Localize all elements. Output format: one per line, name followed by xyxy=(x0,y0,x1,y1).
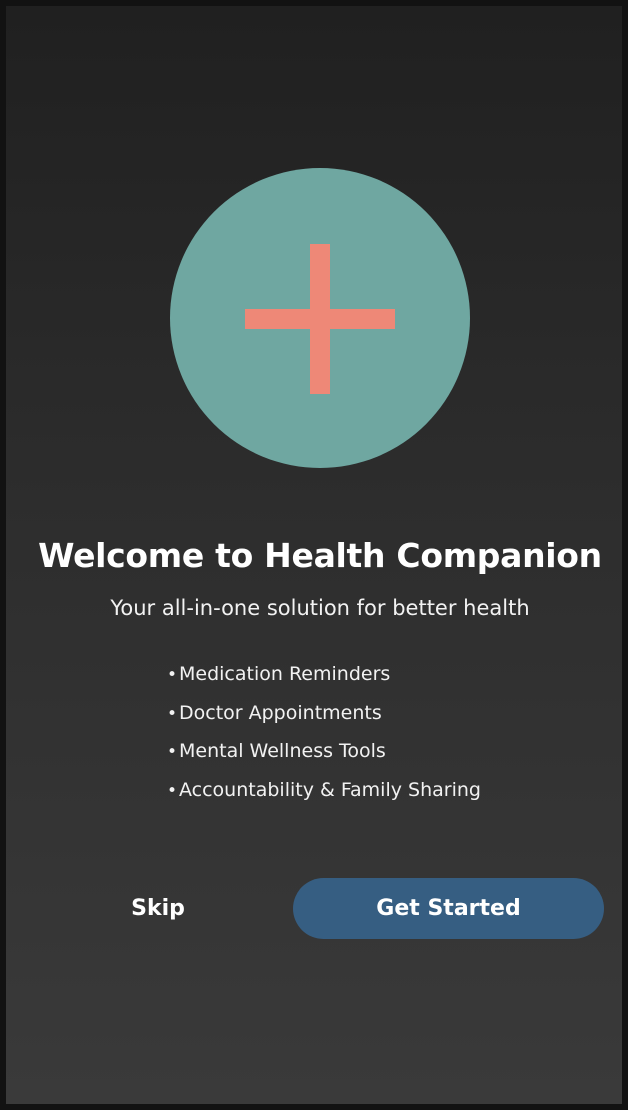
bullet-icon: • xyxy=(167,742,178,762)
feature-label: Medication Reminders xyxy=(179,663,391,685)
get-started-button[interactable]: Get Started xyxy=(293,878,604,939)
feature-item: • Doctor Appointments xyxy=(167,699,481,738)
bullet-icon: • xyxy=(167,665,178,685)
feature-label: Accountability & Family Sharing xyxy=(179,778,481,801)
bullet-icon: • xyxy=(167,703,178,724)
medical-plus-icon-bar xyxy=(245,309,395,329)
feature-item: • Accountability & Family Sharing xyxy=(167,776,481,815)
onboarding-screen: Welcome to Health Companion Your all-in-… xyxy=(0,0,628,1110)
bullet-icon: • xyxy=(167,780,178,801)
feature-label: Doctor Appointments xyxy=(179,701,382,724)
feature-label: Mental Wellness Tools xyxy=(179,740,386,762)
welcome-subtitle: Your all-in-one solution for better heal… xyxy=(110,596,530,620)
feature-list: • Medication Reminders • Doctor Appointmen… xyxy=(167,660,481,814)
feature-item: • Medication Reminders xyxy=(167,660,481,699)
skip-button[interactable]: Skip xyxy=(102,886,214,932)
welcome-title: Welcome to Health Companion xyxy=(38,536,602,575)
feature-item: • Mental Wellness Tools xyxy=(167,737,481,776)
